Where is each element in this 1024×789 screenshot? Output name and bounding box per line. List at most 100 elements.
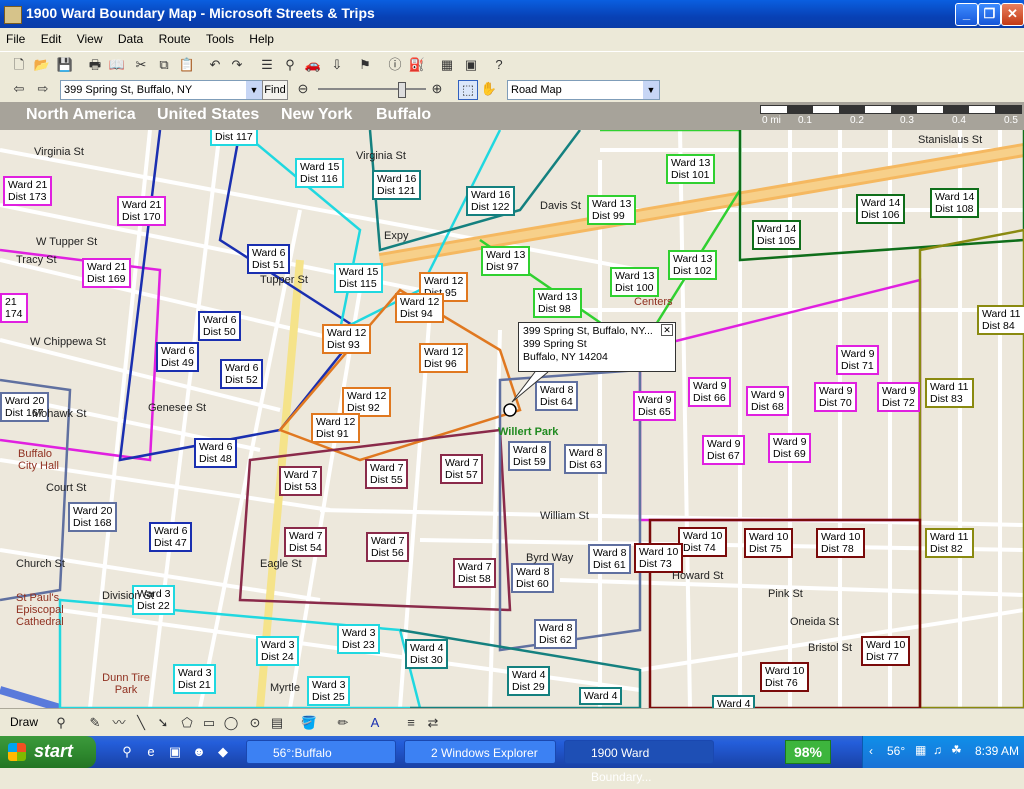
directions-icon[interactable]: ⚑ xyxy=(356,56,374,74)
radius-icon[interactable]: ⊙ xyxy=(246,714,264,732)
paste-icon[interactable]: 📋 xyxy=(178,56,196,74)
ward-label[interactable]: Ward 7 Dist 56 xyxy=(366,532,410,562)
gas-icon[interactable]: ⛽ xyxy=(408,56,426,74)
select-tool-icon[interactable]: ⬚ xyxy=(458,80,478,100)
freeform-icon[interactable]: 〰 xyxy=(110,714,128,732)
ward-label[interactable]: Ward 9 Dist 69 xyxy=(768,433,812,463)
ward-label[interactable]: Ward 12 Dist 91 xyxy=(311,413,361,443)
chevron-down-icon[interactable]: ▼ xyxy=(246,81,262,99)
open-icon[interactable]: 📂 xyxy=(33,56,51,74)
menu-help[interactable]: Help xyxy=(243,28,280,46)
new-icon[interactable]: 🗋 xyxy=(10,56,28,74)
quicklaunch-icon[interactable]: ⚲ xyxy=(118,743,136,761)
ward-label[interactable]: Ward 11 Dist 83 xyxy=(925,378,974,408)
map-tool-icon[interactable]: ▦ xyxy=(438,56,456,74)
ward-label[interactable]: Ward 21 Dist 173 xyxy=(3,176,53,206)
close-icon[interactable]: ✕ xyxy=(661,324,673,336)
menu-view[interactable]: View xyxy=(71,28,109,46)
ward-label[interactable]: Ward 8 Dist 64 xyxy=(535,381,579,411)
ward-label[interactable]: Dist 117 xyxy=(210,130,258,146)
ward-label[interactable]: Ward 15 Dist 115 xyxy=(334,263,384,293)
copy-icon[interactable]: ⧉ xyxy=(155,56,173,74)
map-style-select[interactable]: Road Map ▼ xyxy=(507,80,660,100)
ward-label[interactable]: Ward 15 Dist 116 xyxy=(295,158,345,188)
minimize-button[interactable]: _ xyxy=(955,3,978,26)
restore-button[interactable]: ❐ xyxy=(978,3,1001,26)
ward-label[interactable]: Ward 10 Dist 75 xyxy=(744,528,794,558)
find-button[interactable]: Find xyxy=(262,80,288,100)
start-button[interactable]: start xyxy=(0,736,96,768)
ward-label[interactable]: Ward 9 Dist 70 xyxy=(814,382,858,412)
ward-label[interactable]: 21 174 xyxy=(0,293,28,323)
ward-label[interactable]: Ward 10 Dist 77 xyxy=(861,636,911,666)
overview-icon[interactable]: ▣ xyxy=(462,56,480,74)
ward-label[interactable]: Ward 10 Dist 78 xyxy=(816,528,866,558)
window-title-bar[interactable]: 1900 Ward Boundary Map - Microsoft Stree… xyxy=(0,0,1024,28)
ward-label[interactable]: Ward 13 Dist 99 xyxy=(587,195,637,225)
media-icon[interactable]: ▣ xyxy=(166,743,184,761)
app-icon[interactable] xyxy=(4,6,22,24)
rectangle-icon[interactable]: ▭ xyxy=(200,714,218,732)
menu-edit[interactable]: Edit xyxy=(35,28,68,46)
ward-label[interactable]: Ward 6 Dist 51 xyxy=(247,244,291,274)
zoom-slider[interactable] xyxy=(318,82,426,98)
task-weather[interactable]: 56°:Buffalo xyxy=(246,740,396,764)
ward-label[interactable]: Ward 11 Dist 82 xyxy=(925,528,974,558)
ward-label[interactable]: Ward 11 Dist 84 xyxy=(977,305,1024,335)
print-icon[interactable]: 🖶 xyxy=(86,56,104,74)
close-button[interactable]: ✕ xyxy=(1001,3,1024,26)
line-style-icon[interactable]: ≡ xyxy=(402,714,420,732)
fill-color-icon[interactable]: 🪣 xyxy=(300,714,318,732)
ward-label[interactable]: Ward 7 Dist 55 xyxy=(365,459,409,489)
ward-label[interactable]: Ward 16 Dist 122 xyxy=(466,186,516,216)
polygon-icon[interactable]: ⬠ xyxy=(178,714,196,732)
zoom-in-icon[interactable]: ⊕ xyxy=(428,80,446,98)
zoom-out-icon[interactable]: ⊖ xyxy=(294,80,312,98)
ward-label[interactable]: Ward 14 Dist 106 xyxy=(856,194,906,224)
loc-country[interactable]: United States xyxy=(157,106,259,124)
ward-label[interactable]: Ward 12 Dist 96 xyxy=(419,343,469,373)
undo-icon[interactable]: ↶ xyxy=(206,56,224,74)
task-explorer[interactable]: 2 Windows Explorer xyxy=(404,740,556,764)
oval-icon[interactable]: ◯ xyxy=(222,714,240,732)
map-canvas[interactable]: Ward 21 Dist 173 Ward 21 Dist 170 Ward 21 D… xyxy=(0,130,1024,708)
ward-label[interactable]: Ward 13 Dist 100 xyxy=(610,267,660,297)
ward-label[interactable]: Ward 6 Dist 52 xyxy=(220,359,264,389)
ward-label[interactable]: Ward 20 Dist 168 xyxy=(68,502,118,532)
chevron-left-icon[interactable]: ‹ xyxy=(869,744,873,758)
ward-label[interactable]: Ward 13 Dist 101 xyxy=(666,154,716,184)
menu-tools[interactable]: Tools xyxy=(200,28,240,46)
ward-label[interactable]: Ward 3 Dist 23 xyxy=(337,624,381,654)
textbox-icon[interactable]: ▤ xyxy=(268,714,286,732)
chevron-down-icon[interactable]: ▼ xyxy=(643,81,659,99)
highlighter-icon[interactable]: ✎ xyxy=(86,714,104,732)
hand-tool-icon[interactable]: ✋ xyxy=(480,80,498,98)
ward-label[interactable]: Ward 14 Dist 108 xyxy=(930,188,980,218)
loc-continent[interactable]: North America xyxy=(26,106,136,124)
ward-label[interactable]: Ward 9 Dist 72 xyxy=(877,382,921,412)
ward-label[interactable]: Ward 4 xyxy=(579,687,623,705)
ward-label[interactable]: Ward 4 xyxy=(712,695,756,708)
list-icon[interactable]: ☰ xyxy=(258,56,276,74)
ward-label[interactable]: Ward 8 Dist 62 xyxy=(534,619,578,649)
zoom-slider-thumb[interactable] xyxy=(398,82,406,98)
clock[interactable]: 8:39 AM xyxy=(975,744,1019,758)
back-icon[interactable]: ⇦ xyxy=(10,80,28,98)
cut-icon[interactable]: ✂ xyxy=(132,56,150,74)
ward-label[interactable]: Ward 13 Dist 97 xyxy=(481,246,531,276)
line-icon[interactable]: ╲ xyxy=(132,714,150,732)
ward-label[interactable]: Ward 10 Dist 74 xyxy=(678,527,728,557)
pushpin-icon[interactable]: ⚲ xyxy=(281,56,299,74)
ward-label[interactable]: Ward 16 Dist 121 xyxy=(372,170,422,200)
volume-icon[interactable]: ♫ xyxy=(933,743,942,757)
ward-label[interactable]: Ward 12 Dist 93 xyxy=(322,324,372,354)
forward-icon[interactable]: ⇨ xyxy=(34,80,52,98)
ward-label[interactable]: Ward 3 Dist 21 xyxy=(173,664,217,694)
ward-label[interactable]: Ward 10 Dist 73 xyxy=(634,543,684,573)
ward-label[interactable]: Ward 21 Dist 169 xyxy=(82,258,132,288)
ward-label[interactable]: Ward 12 Dist 94 xyxy=(395,293,445,323)
ward-label[interactable]: Ward 13 Dist 98 xyxy=(533,288,583,318)
redo-icon[interactable]: ↷ xyxy=(228,56,246,74)
ward-label[interactable]: Ward 8 Dist 60 xyxy=(511,563,555,593)
ward-label[interactable]: Ward 3 Dist 25 xyxy=(307,676,351,706)
